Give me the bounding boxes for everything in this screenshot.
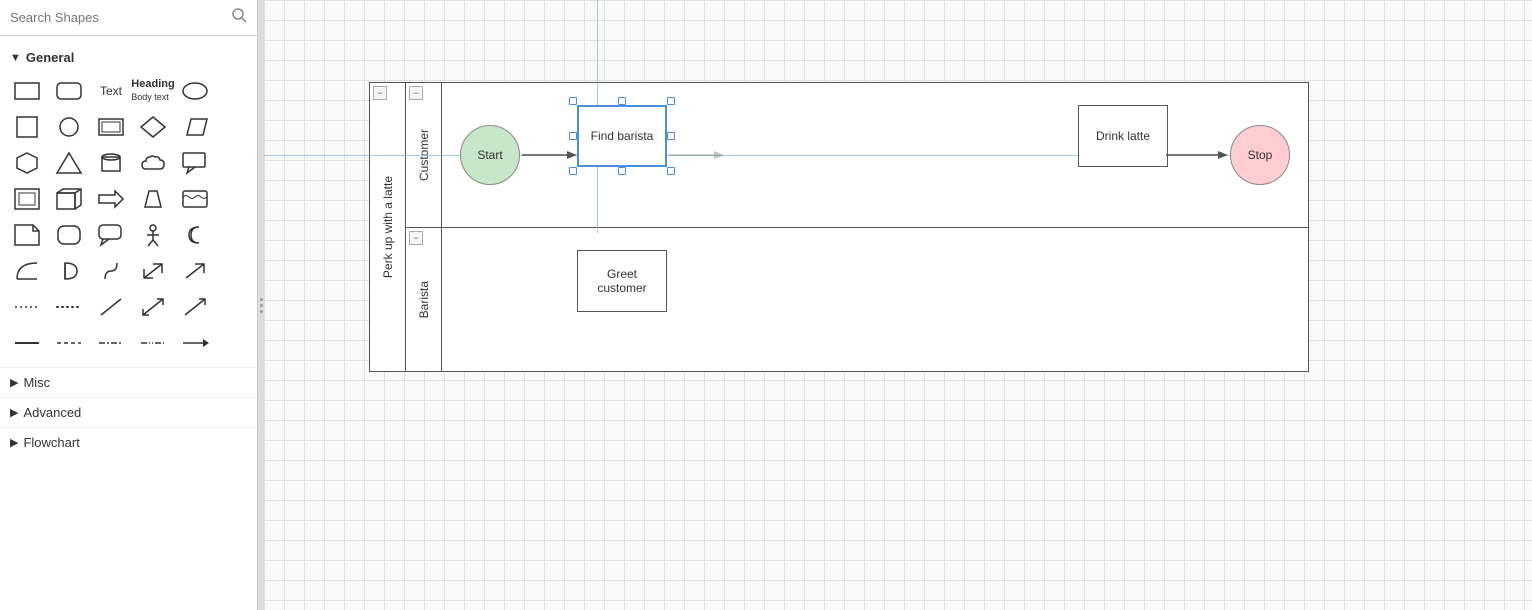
shape-empty <box>218 75 256 107</box>
shape-callout[interactable] <box>92 219 130 251</box>
section-header-advanced[interactable]: ▶ Advanced <box>0 397 257 427</box>
shape-flag[interactable] <box>176 183 214 215</box>
outer-lane-title-text: Perk up with a latte <box>381 176 395 278</box>
lane-barista-collapse-btn[interactable]: − <box>409 231 423 245</box>
shape-dotted-short[interactable] <box>8 291 46 323</box>
greet-customer-label: Greet customer <box>597 267 646 295</box>
shape-empty3 <box>218 147 256 179</box>
shape-bidirectional-line[interactable] <box>134 291 172 323</box>
general-collapse-arrow: ▼ <box>10 52 21 64</box>
shape-double-rect[interactable] <box>92 111 130 143</box>
general-label: General <box>26 50 74 65</box>
shape-half-circle[interactable] <box>8 255 46 287</box>
shape-long-dashed2[interactable] <box>134 327 172 359</box>
misc-expand-arrow: ▶ <box>10 376 18 389</box>
outer-lane-title-bar: − Perk up with a latte <box>370 83 406 371</box>
shape-empty8 <box>218 327 256 359</box>
shape-arrow-up-right[interactable] <box>176 255 214 287</box>
shape-diamond[interactable] <box>134 111 172 143</box>
shape-empty4 <box>218 183 256 215</box>
lane-customer: − Customer Start <box>406 83 1308 228</box>
stop-label: Stop <box>1248 148 1273 162</box>
lane-barista-header: − Barista <box>406 228 442 372</box>
shape-text[interactable]: Text <box>92 75 130 107</box>
section-header-flowchart[interactable]: ▶ Flowchart <box>0 427 257 457</box>
shape-empty7 <box>218 291 256 323</box>
arrow-find-to-next <box>669 145 724 165</box>
shape-empty2 <box>218 111 256 143</box>
search-input[interactable] <box>10 10 226 25</box>
find-barista-label: Find barista <box>591 129 654 143</box>
shape-callout-rect[interactable] <box>176 147 214 179</box>
advanced-expand-arrow: ▶ <box>10 406 18 419</box>
shape-cross-frame[interactable] <box>8 183 46 215</box>
search-bar <box>0 0 257 36</box>
shape-trapezoid[interactable] <box>134 183 172 215</box>
advanced-label: Advanced <box>23 405 81 420</box>
lane-customer-label: Customer <box>417 129 431 181</box>
shape-dashed-line[interactable] <box>50 327 88 359</box>
shape-diagonal-line[interactable] <box>92 291 130 323</box>
lane-barista-label: Barista <box>417 281 431 318</box>
shape-3d-box[interactable] <box>50 183 88 215</box>
shape-circle[interactable] <box>50 111 88 143</box>
shape-start-node[interactable]: Start <box>460 125 520 185</box>
shape-dotted-round[interactable] <box>50 291 88 323</box>
shape-arrow-end[interactable] <box>176 327 214 359</box>
shape-empty6 <box>218 255 256 287</box>
shape-rounded-rect[interactable] <box>50 75 88 107</box>
shape-cloud[interactable] <box>134 147 172 179</box>
section-header-misc[interactable]: ▶ Misc <box>0 367 257 397</box>
shape-double-arrow[interactable] <box>134 255 172 287</box>
arrow-drink-to-stop <box>1166 145 1228 165</box>
shape-solid-line[interactable] <box>8 327 46 359</box>
flowchart-expand-arrow: ▶ <box>10 436 18 449</box>
shape-drink-latte[interactable]: Drink latte <box>1078 105 1168 167</box>
shape-parallelogram[interactable] <box>176 111 214 143</box>
shape-triangle[interactable] <box>50 147 88 179</box>
shape-greet-customer[interactable]: Greet customer <box>577 250 667 312</box>
left-panel: ▼ General Text HeadingBody text <box>0 0 258 610</box>
shape-person[interactable] <box>134 219 172 251</box>
start-label: Start <box>477 148 502 162</box>
shape-find-barista[interactable]: Find barista <box>577 105 667 167</box>
shape-empty5 <box>218 219 256 251</box>
swimlane-diagram: − Perk up with a latte − Customer Start <box>369 82 1309 372</box>
section-header-general[interactable]: ▼ General <box>0 44 257 71</box>
lane-customer-collapse-btn[interactable]: − <box>409 86 423 100</box>
shape-ellipse[interactable] <box>176 75 214 107</box>
general-shapes-grid: Text HeadingBody text <box>0 71 257 367</box>
misc-label: Misc <box>23 375 50 390</box>
shapes-panel: ▼ General Text HeadingBody text <box>0 36 257 610</box>
drink-latte-label: Drink latte <box>1096 129 1150 143</box>
shape-stop-node[interactable]: Stop <box>1230 125 1290 185</box>
shape-s-curve[interactable] <box>92 255 130 287</box>
shape-arrow-line[interactable] <box>176 291 214 323</box>
splitter-dots <box>260 298 263 313</box>
flowchart-label: Flowchart <box>23 435 79 450</box>
shape-hexagon[interactable] <box>8 147 46 179</box>
shape-d-shape[interactable] <box>50 255 88 287</box>
shape-rectangle[interactable] <box>8 75 46 107</box>
lane-barista: − Barista Greet customer <box>406 228 1308 372</box>
lanes-container: − Customer Start <box>406 83 1308 371</box>
shape-page[interactable] <box>8 219 46 251</box>
arrow-start-to-find <box>522 145 577 165</box>
shape-cylinder[interactable] <box>92 147 130 179</box>
shape-crescent[interactable] <box>176 219 214 251</box>
shape-square[interactable] <box>8 111 46 143</box>
lane-customer-header: − Customer <box>406 83 442 227</box>
lane-barista-content: Greet customer <box>442 228 1308 372</box>
shape-arrow-right[interactable] <box>92 183 130 215</box>
shape-rounded-square[interactable] <box>50 219 88 251</box>
search-icon[interactable] <box>232 8 247 27</box>
lane-customer-content: Start Find barista <box>442 83 1308 227</box>
outer-collapse-button[interactable]: − <box>373 86 387 100</box>
shape-heading[interactable]: HeadingBody text <box>134 75 172 107</box>
shape-long-dashed[interactable] <box>92 327 130 359</box>
canvas-area[interactable]: − Perk up with a latte − Customer Start <box>264 0 1532 610</box>
